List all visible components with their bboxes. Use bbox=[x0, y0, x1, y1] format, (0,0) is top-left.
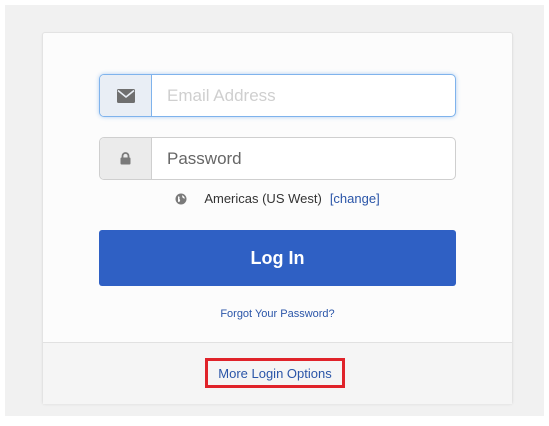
password-field[interactable] bbox=[152, 138, 455, 179]
email-input-group bbox=[99, 74, 456, 117]
login-card: Americas (US West) [change] Log In Forgo… bbox=[42, 32, 513, 404]
more-login-options-link[interactable]: More Login Options bbox=[205, 358, 345, 388]
lock-icon bbox=[100, 138, 152, 179]
password-input-group bbox=[99, 137, 456, 180]
region-label: Americas (US West) bbox=[204, 191, 322, 206]
login-button[interactable]: Log In bbox=[99, 230, 456, 286]
email-field[interactable] bbox=[152, 75, 455, 116]
card-footer: More Login Options bbox=[43, 343, 512, 404]
region-selector: Americas (US West) [change] bbox=[43, 191, 512, 206]
globe-icon bbox=[175, 193, 187, 205]
envelope-icon bbox=[100, 75, 152, 116]
change-region-link[interactable]: [change] bbox=[330, 191, 380, 206]
forgot-password-link[interactable]: Forgot Your Password? bbox=[43, 308, 512, 320]
